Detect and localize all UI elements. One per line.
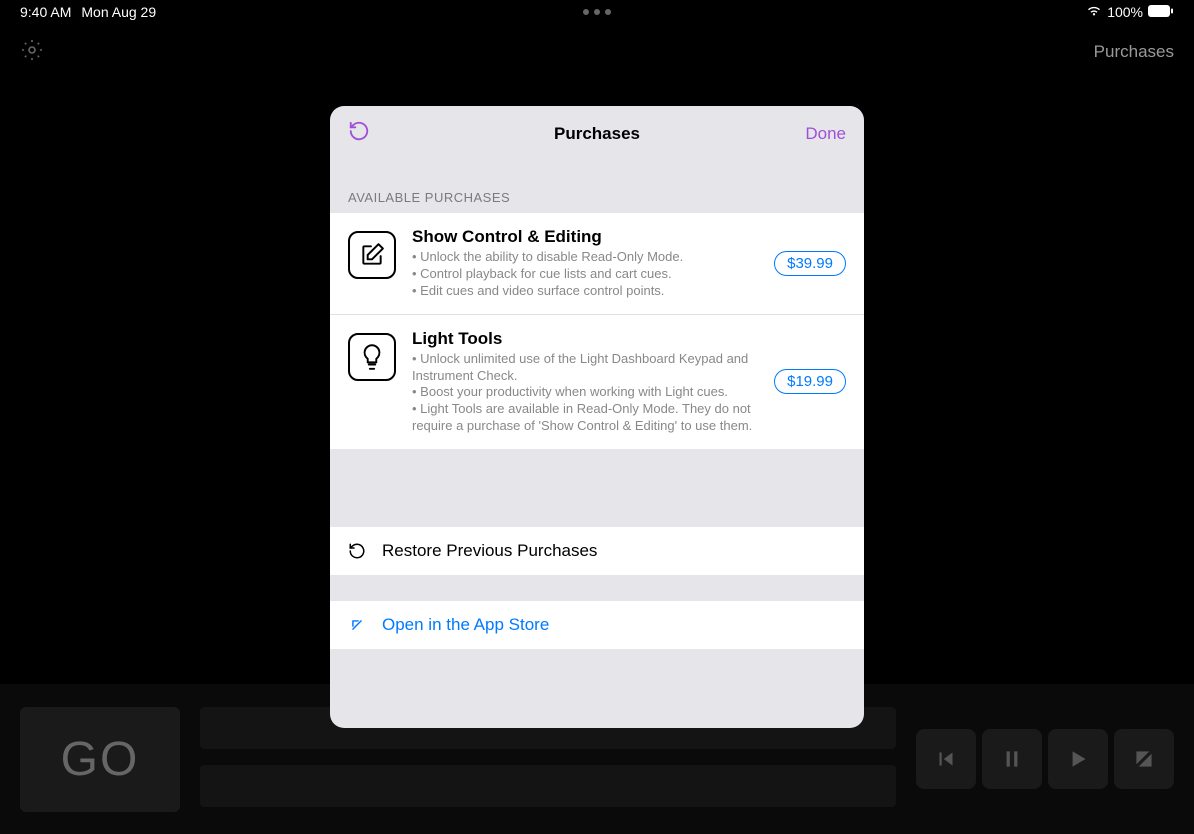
restore-purchases-button[interactable]: Restore Previous Purchases (330, 527, 864, 575)
status-time: 9:40 AM (20, 4, 71, 20)
price-button[interactable]: $39.99 (774, 251, 846, 276)
gear-icon[interactable] (20, 38, 44, 67)
purchase-title: Light Tools (412, 329, 758, 349)
pause-button[interactable] (982, 729, 1042, 789)
purchase-item-light-tools: Light Tools Unlock unlimited use of the … (330, 314, 864, 449)
external-link-icon (348, 618, 366, 632)
purchase-bullets: Unlock unlimited use of the Light Dashbo… (412, 351, 758, 435)
battery-icon (1148, 4, 1174, 20)
lightbulb-icon (348, 333, 396, 381)
timeline-row-2[interactable] (200, 765, 896, 807)
battery-percent: 100% (1107, 4, 1143, 20)
modal-title: Purchases (554, 124, 640, 144)
section-header: AVAILABLE PURCHASES (330, 162, 864, 213)
purchase-bullets: Unlock the ability to disable Read-Only … (412, 249, 758, 300)
background-nav: Purchases (0, 30, 1194, 74)
open-app-store-button[interactable]: Open in the App Store (330, 601, 864, 649)
restore-label: Restore Previous Purchases (382, 541, 597, 561)
multitask-indicator[interactable] (583, 9, 611, 15)
purchase-item-show-control: Show Control & Editing Unlock the abilit… (330, 213, 864, 314)
page-title: Purchases (1094, 42, 1174, 62)
price-button[interactable]: $19.99 (774, 369, 846, 394)
modal-header: Purchases Done (330, 106, 864, 162)
stop-button[interactable] (1114, 729, 1174, 789)
status-bar: 9:40 AM Mon Aug 29 100% (0, 0, 1194, 24)
restore-icon (348, 542, 366, 560)
go-button[interactable]: GO (20, 707, 180, 812)
purchase-title: Show Control & Editing (412, 227, 758, 247)
purchases-modal: Purchases Done AVAILABLE PURCHASES Show … (330, 106, 864, 728)
purchase-list: Show Control & Editing Unlock the abilit… (330, 213, 864, 449)
wifi-icon (1086, 4, 1102, 20)
app-store-label: Open in the App Store (382, 615, 549, 635)
done-button[interactable]: Done (805, 124, 846, 144)
edit-icon (348, 231, 396, 279)
play-button[interactable] (1048, 729, 1108, 789)
skip-back-button[interactable] (916, 729, 976, 789)
status-date: Mon Aug 29 (81, 4, 156, 20)
refresh-button[interactable] (348, 120, 370, 148)
